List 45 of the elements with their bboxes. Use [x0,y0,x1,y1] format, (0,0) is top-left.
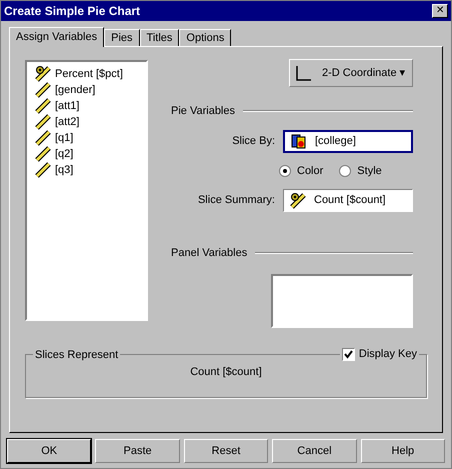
list-item[interactable]: [att2] [35,114,146,130]
list-item[interactable]: [q1] [35,130,146,146]
ruler-icon [35,98,51,114]
dialog-button[interactable]: OK [7,439,92,463]
ruler-icon [35,130,51,146]
ruler-icon [35,82,51,98]
summary-value: Count [$count] [190,364,262,380]
list-item[interactable]: [gender] [35,82,146,98]
coordinate-button[interactable]: 2-D Coordinate ▾ [289,59,413,87]
tab[interactable]: Pies [104,29,140,46]
dialog-button[interactable]: Reset [184,439,268,463]
section-heading: Panel Variables [171,246,248,261]
dialog-button[interactable]: Cancel [272,439,357,463]
group-title: Slices Represent [33,347,120,364]
panel-variables-field[interactable] [271,274,413,328]
list-item[interactable]: [q3] [35,162,146,178]
ruler-icon [35,162,51,178]
gear-ruler-icon [35,66,51,82]
variable-field[interactable]: [college] [283,130,413,152]
radio-button[interactable] [339,164,352,177]
axes-icon [296,65,312,81]
close-button[interactable]: ✕ [432,4,448,18]
nominal-icon [291,133,307,149]
tab[interactable]: Options [179,29,232,46]
checkbox[interactable] [342,348,355,361]
dialog-button[interactable]: Paste [95,439,180,463]
radio-option[interactable]: Style [339,162,382,179]
tab[interactable]: Assign Variables [9,27,104,47]
variable-field[interactable]: Count [$count] [283,189,413,212]
field-label: Slice By: [232,134,275,149]
section-heading: Pie Variables [171,104,235,119]
field-label: Slice Summary: [198,193,275,208]
radio-button[interactable] [279,164,291,177]
radio-option[interactable]: Color [279,162,324,179]
window-title: Create Simple Pie Chart [4,3,140,20]
display-key-checkbox[interactable]: Display Key [340,346,419,362]
tab[interactable]: Titles [140,29,180,46]
gear-ruler-icon [290,192,306,208]
dialog-button[interactable]: Help [360,439,446,463]
list-item[interactable]: [att1] [35,98,146,114]
ruler-icon [35,114,51,130]
variable-list[interactable]: Percent [$pct] [gender] [att1] [att2] [q1] [q2] [q3] [25,60,148,321]
list-item[interactable]: [q2] [35,146,146,162]
ruler-icon [35,146,51,162]
list-item[interactable]: Percent [$pct] [35,66,146,82]
